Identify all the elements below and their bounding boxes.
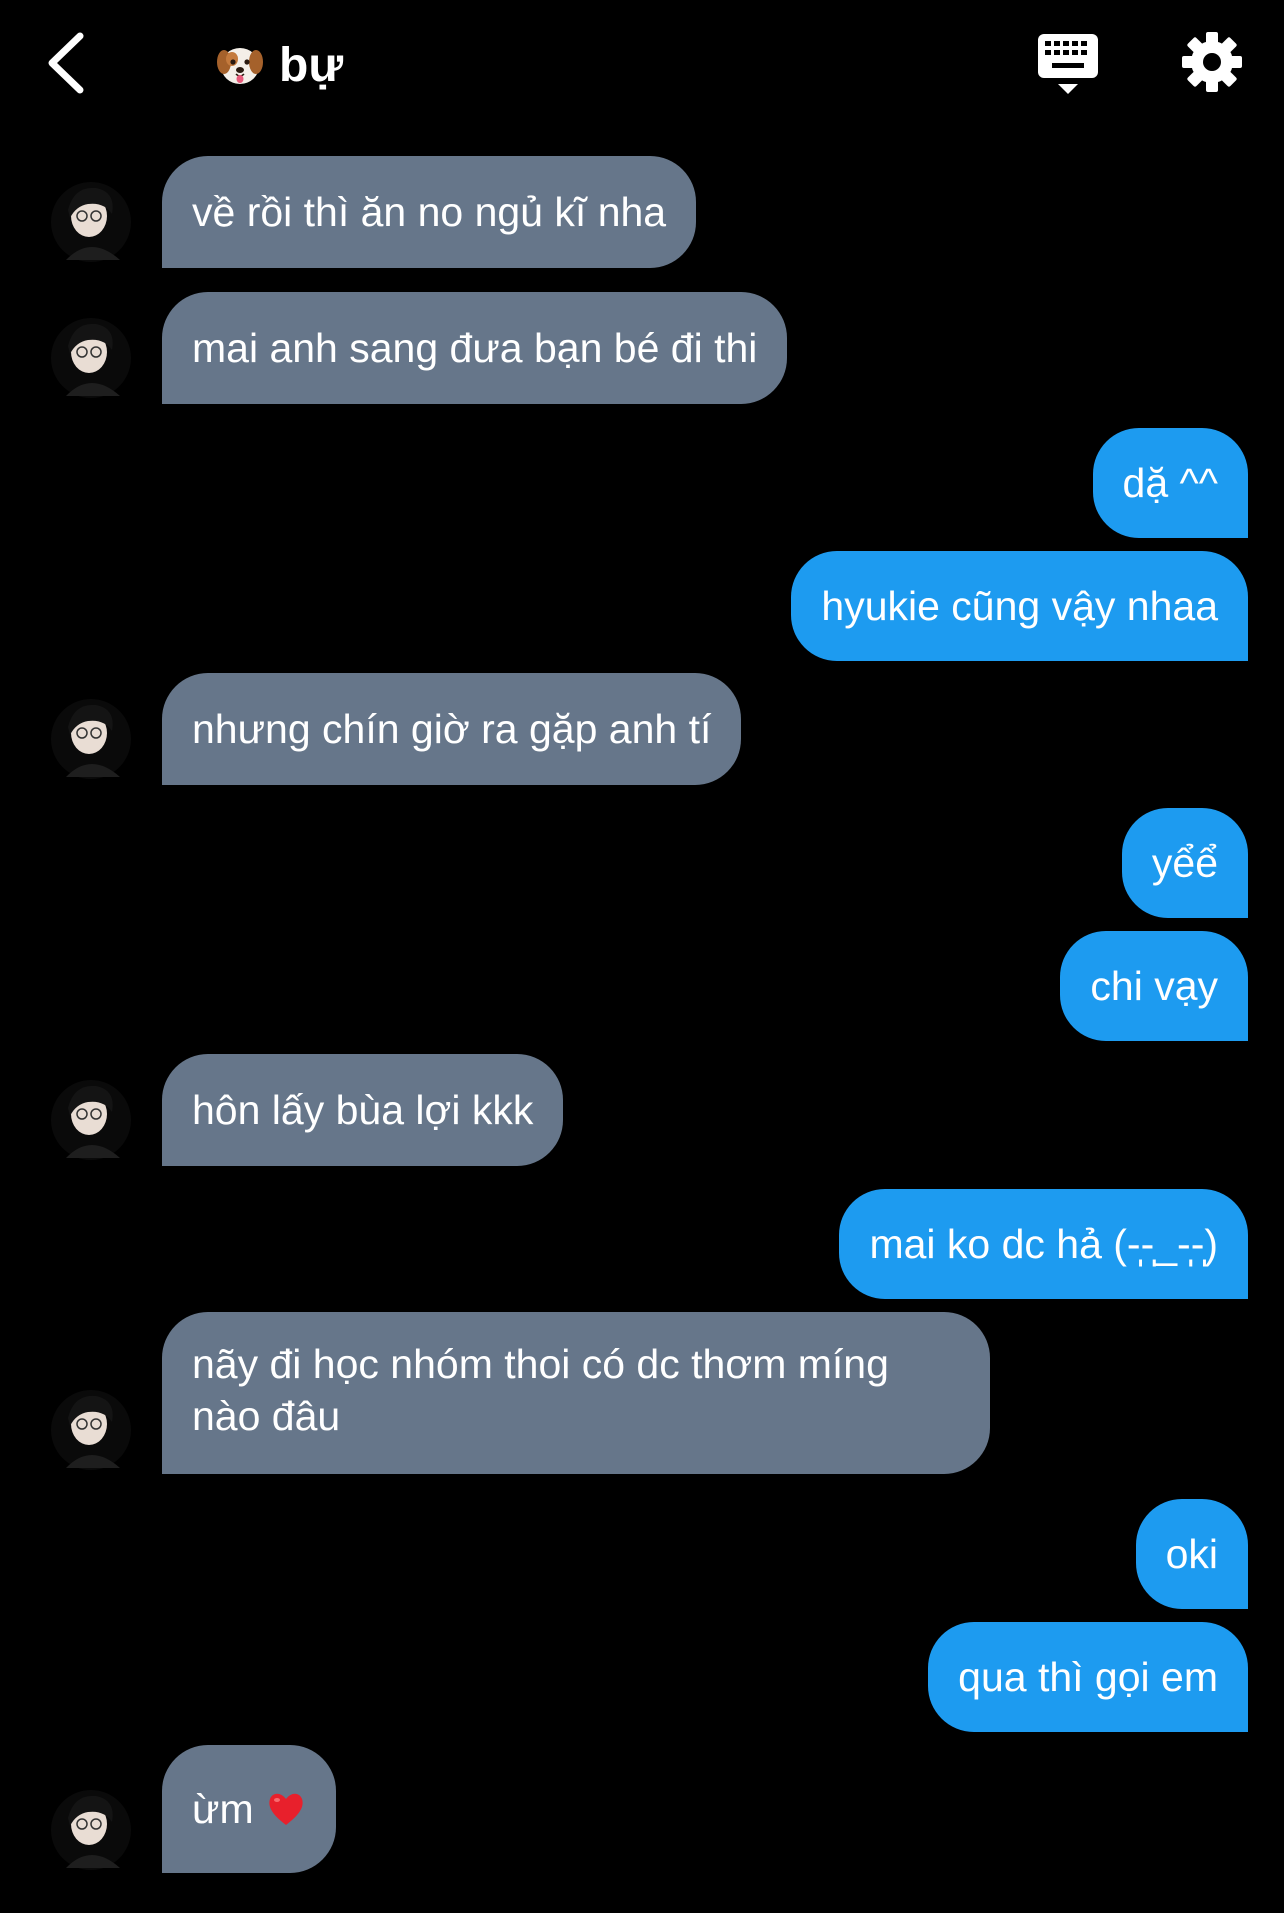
- message-text: dặ ^^: [1122, 460, 1218, 506]
- message-bubble-outgoing[interactable]: oki: [1135, 1499, 1248, 1609]
- message-bubble-outgoing[interactable]: qua thì gọi em: [928, 1622, 1248, 1732]
- message-text: qua thì gọi em: [958, 1654, 1218, 1700]
- message-bubble-incoming[interactable]: về rồi thì ăn no ngủ kĩ nha: [162, 156, 697, 268]
- avatar[interactable]: [44, 1380, 138, 1474]
- message-bubble-incoming[interactable]: hôn lấy bùa lợi kkk: [162, 1054, 564, 1166]
- message-bubble-incoming[interactable]: nãy đi học nhóm thoi có dc thơm míng nào…: [162, 1312, 990, 1474]
- message-text: nhưng chín giờ ra gặp anh tí: [192, 706, 712, 752]
- avatar[interactable]: [44, 172, 138, 266]
- message-bubble-incoming[interactable]: nhưng chín giờ ra gặp anh tí: [162, 673, 742, 785]
- avatar[interactable]: [44, 308, 138, 402]
- message-bubble-incoming[interactable]: ừm: [162, 1745, 336, 1873]
- message-text: hôn lấy bùa lợi kkk: [192, 1087, 534, 1133]
- message-bubble-outgoing[interactable]: dặ ^^: [1092, 428, 1248, 538]
- message-bubble-outgoing[interactable]: chi vạy: [1060, 931, 1248, 1041]
- message-bubble-outgoing[interactable]: yểể: [1121, 808, 1248, 918]
- message-text: ừm: [192, 1786, 254, 1832]
- message-text: yểể: [1151, 840, 1218, 886]
- message-text: chi vạy: [1090, 963, 1218, 1009]
- red-heart-emoji: [268, 1793, 303, 1825]
- avatar[interactable]: [44, 689, 138, 783]
- message-bubble-incoming[interactable]: mai anh sang đưa bạn bé đi thi: [162, 292, 788, 404]
- message-text: oki: [1165, 1531, 1218, 1577]
- message-text: hyukie cũng vậy nhaa: [821, 583, 1218, 629]
- avatar[interactable]: [44, 1780, 138, 1874]
- message-list[interactable]: về rồi thì ăn no ngủ kĩ nha mai anh sang…: [0, 0, 1284, 1913]
- avatar[interactable]: [44, 1070, 138, 1164]
- message-text: nãy đi học nhóm thoi có dc thơm míng nào…: [192, 1341, 889, 1439]
- message-bubble-outgoing[interactable]: hyukie cũng vậy nhaa: [791, 551, 1248, 661]
- message-text: về rồi thì ăn no ngủ kĩ nha: [192, 189, 667, 235]
- message-text: mai anh sang đưa bạn bé đi thi: [192, 325, 758, 371]
- message-text: mai ko dc hả (-̩̩̩-̩̩̩_-̩̩̩-̩̩̩): [869, 1221, 1218, 1267]
- message-bubble-outgoing[interactable]: mai ko dc hả (-̩̩̩-̩̩̩_-̩̩̩-̩̩̩): [839, 1189, 1248, 1299]
